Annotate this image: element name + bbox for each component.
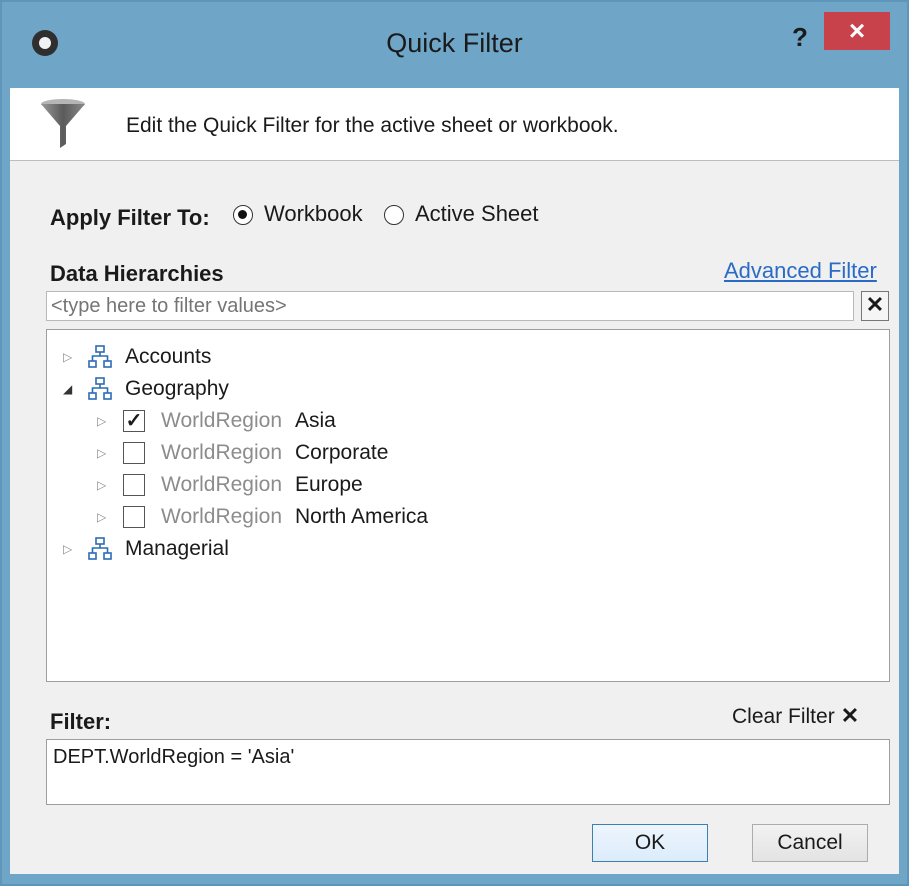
filter-expression-field[interactable]: DEPT.WorldRegion = 'Asia' — [46, 739, 890, 805]
help-button[interactable]: ? — [792, 22, 808, 53]
tree-item-value: Europe — [295, 473, 363, 496]
tree-node-geography[interactable]: ◢ Geography — [63, 374, 363, 404]
expand-arrow-icon[interactable]: ▷ — [97, 470, 106, 500]
tree-node-accounts[interactable]: ▷ Accounts — [63, 342, 363, 372]
hierarchy-icon — [88, 345, 112, 368]
tree-node-label: Managerial — [125, 537, 229, 560]
expand-arrow-icon[interactable]: ▷ — [97, 406, 106, 436]
clear-filter-icon: ✕ — [840, 703, 860, 728]
advanced-filter-link[interactable]: Advanced Filter — [724, 258, 877, 284]
checkbox-asia[interactable]: ✓ — [123, 410, 145, 432]
clear-search-button[interactable]: ✕ — [861, 291, 889, 321]
hierarchy-search-input[interactable] — [46, 291, 854, 321]
radio-workbook[interactable] — [233, 205, 253, 225]
expand-arrow-icon[interactable]: ▷ — [97, 502, 106, 532]
tree-item-value: Corporate — [295, 441, 389, 464]
tree-item-worldregion-asia[interactable]: ▷ ✓ WorldRegion Asia — [97, 406, 597, 436]
tree-item-prefix: WorldRegion — [161, 409, 283, 432]
tree-item-worldregion-north-america[interactable]: ▷ WorldRegion North America — [97, 502, 597, 532]
radio-active-sheet[interactable] — [384, 205, 404, 225]
hierarchy-tree[interactable]: ▷ Accounts ◢ Geography ▷ ✓ WorldRegion A… — [46, 329, 890, 682]
header-description: Edit the Quick Filter for the active she… — [126, 114, 619, 137]
radio-active-sheet-label[interactable]: Active Sheet — [415, 201, 539, 227]
checkbox-europe[interactable] — [123, 474, 145, 496]
tree-item-prefix: WorldRegion — [161, 441, 283, 464]
funnel-icon — [41, 99, 85, 148]
checkbox-north-america[interactable] — [123, 506, 145, 528]
cancel-button[interactable]: Cancel — [752, 824, 868, 862]
tree-item-prefix: WorldRegion — [161, 505, 283, 528]
filter-label: Filter: — [50, 709, 112, 734]
radio-workbook-label[interactable]: Workbook — [264, 201, 363, 227]
tree-item-prefix: WorldRegion — [161, 473, 283, 496]
tree-item-value: North America — [295, 505, 429, 528]
expand-arrow-icon[interactable]: ▷ — [63, 342, 72, 372]
expand-arrow-icon[interactable]: ▷ — [97, 438, 106, 468]
hierarchy-icon — [88, 537, 112, 560]
close-button[interactable]: × — [824, 12, 890, 50]
quick-filter-dialog: Quick Filter ? × Edit the Quick Filter f… — [0, 0, 909, 886]
title-bar: Quick Filter ? × — [2, 2, 907, 88]
hierarchy-icon — [88, 377, 112, 400]
tree-item-worldregion-europe[interactable]: ▷ WorldRegion Europe — [97, 470, 597, 500]
apply-filter-label: Apply Filter To: — [50, 205, 210, 230]
tree-node-managerial[interactable]: ▷ Managerial — [63, 534, 363, 564]
dialog-content: Edit the Quick Filter for the active she… — [10, 88, 899, 874]
tree-node-label: Accounts — [125, 345, 212, 368]
tree-node-label: Geography — [125, 377, 229, 400]
collapse-arrow-icon[interactable]: ◢ — [63, 374, 72, 404]
checkbox-corporate[interactable] — [123, 442, 145, 464]
body-panel: Apply Filter To: Workbook Active Sheet D… — [10, 161, 899, 874]
expand-arrow-icon[interactable]: ▷ — [63, 534, 72, 564]
clear-filter-label: Clear Filter — [732, 705, 835, 728]
tree-item-value: Asia — [295, 409, 336, 432]
clear-filter-button[interactable]: Clear Filter ✕ — [732, 703, 859, 729]
ok-button[interactable]: OK — [592, 824, 708, 862]
header-panel: Edit the Quick Filter for the active she… — [10, 88, 899, 161]
tree-item-worldregion-corporate[interactable]: ▷ WorldRegion Corporate — [97, 438, 597, 468]
dialog-title: Quick Filter — [386, 28, 523, 58]
data-hierarchies-label: Data Hierarchies — [50, 261, 224, 286]
